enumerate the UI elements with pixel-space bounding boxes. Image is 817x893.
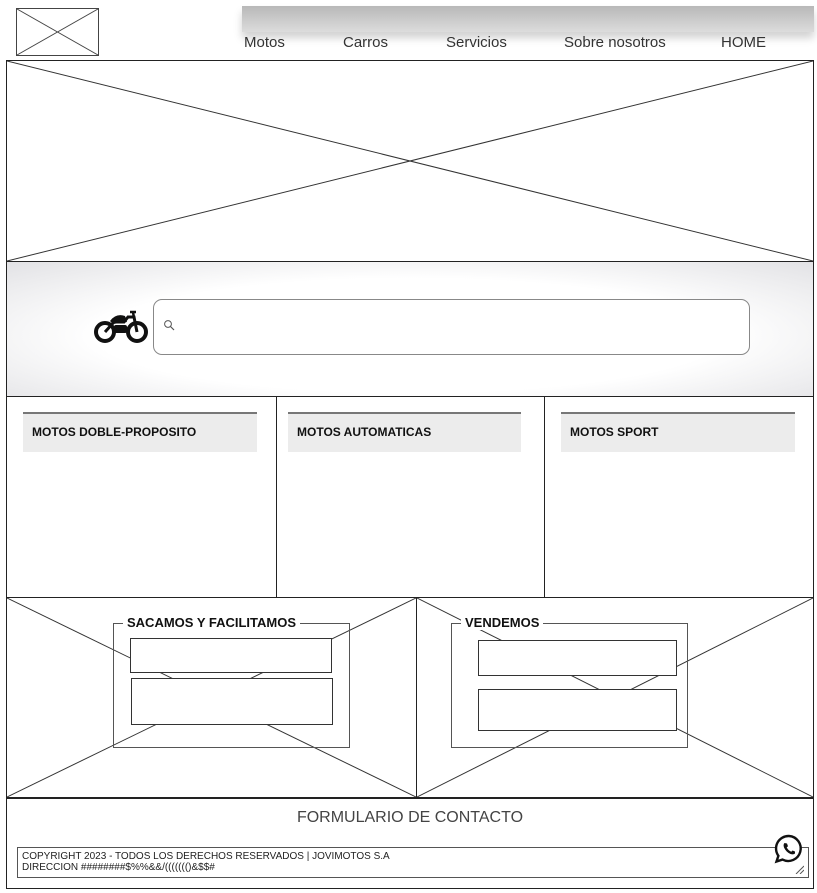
promo-field[interactable] <box>478 640 677 676</box>
search-icon <box>164 320 175 331</box>
promo-legend-sacamos: SACAMOS Y FACILITAMOS <box>123 615 301 630</box>
nav-item-servicios[interactable]: Servicios <box>446 34 507 51</box>
promo-field[interactable] <box>478 689 677 731</box>
logo-placeholder[interactable] <box>16 8 99 56</box>
image-placeholder-icon <box>17 9 98 55</box>
category-column: MOTOS AUTOMATICAS <box>277 397 545 597</box>
nav-item-sobre-nosotros[interactable]: Sobre nosotros <box>564 34 666 51</box>
image-placeholder-icon <box>7 61 813 261</box>
promo-group-sacamos: SACAMOS Y FACILITAMOS <box>113 615 350 748</box>
category-title-automaticas[interactable]: MOTOS AUTOMATICAS <box>288 412 521 452</box>
copyright-textarea: COPYRIGHT 2023 - TODOS LOS DERECHOS RESE… <box>17 847 809 878</box>
resize-handle-icon[interactable] <box>794 864 804 874</box>
category-title-doble-proposito[interactable]: MOTOS DOBLE-PROPOSITO <box>23 412 257 452</box>
footer: FORMULARIO DE CONTACTO COPYRIGHT 2023 - … <box>6 798 814 889</box>
category-column: MOTOS SPORT <box>545 397 813 597</box>
motorcycle-icon <box>94 310 148 343</box>
category-column: MOTOS DOBLE-PROPOSITO <box>7 397 277 597</box>
hero-image-placeholder <box>6 60 814 262</box>
nav-item-carros[interactable]: Carros <box>343 34 388 51</box>
category-title-sport[interactable]: MOTOS SPORT <box>561 412 795 452</box>
whatsapp-icon[interactable] <box>774 834 804 864</box>
search-input[interactable] <box>153 299 750 355</box>
promo-legend-vendemos: VENDEMOS <box>461 615 544 630</box>
categories-section: MOTOS DOBLE-PROPOSITO MOTOS AUTOMATICAS … <box>6 396 814 597</box>
promo-group-vendemos: VENDEMOS <box>451 615 688 748</box>
address-text: DIRECCION ########$%%&&/((((((()&$$# <box>22 862 215 873</box>
copyright-text: COPYRIGHT 2023 - TODOS LOS DERECHOS RESE… <box>22 851 390 862</box>
nav-item-motos[interactable]: Motos <box>244 34 285 51</box>
nav-bar-background <box>242 6 814 32</box>
promo-field[interactable] <box>131 678 333 725</box>
promo-field[interactable] <box>130 638 332 673</box>
nav-item-home[interactable]: HOME <box>721 34 766 51</box>
contact-form-title[interactable]: FORMULARIO DE CONTACTO <box>7 809 813 827</box>
